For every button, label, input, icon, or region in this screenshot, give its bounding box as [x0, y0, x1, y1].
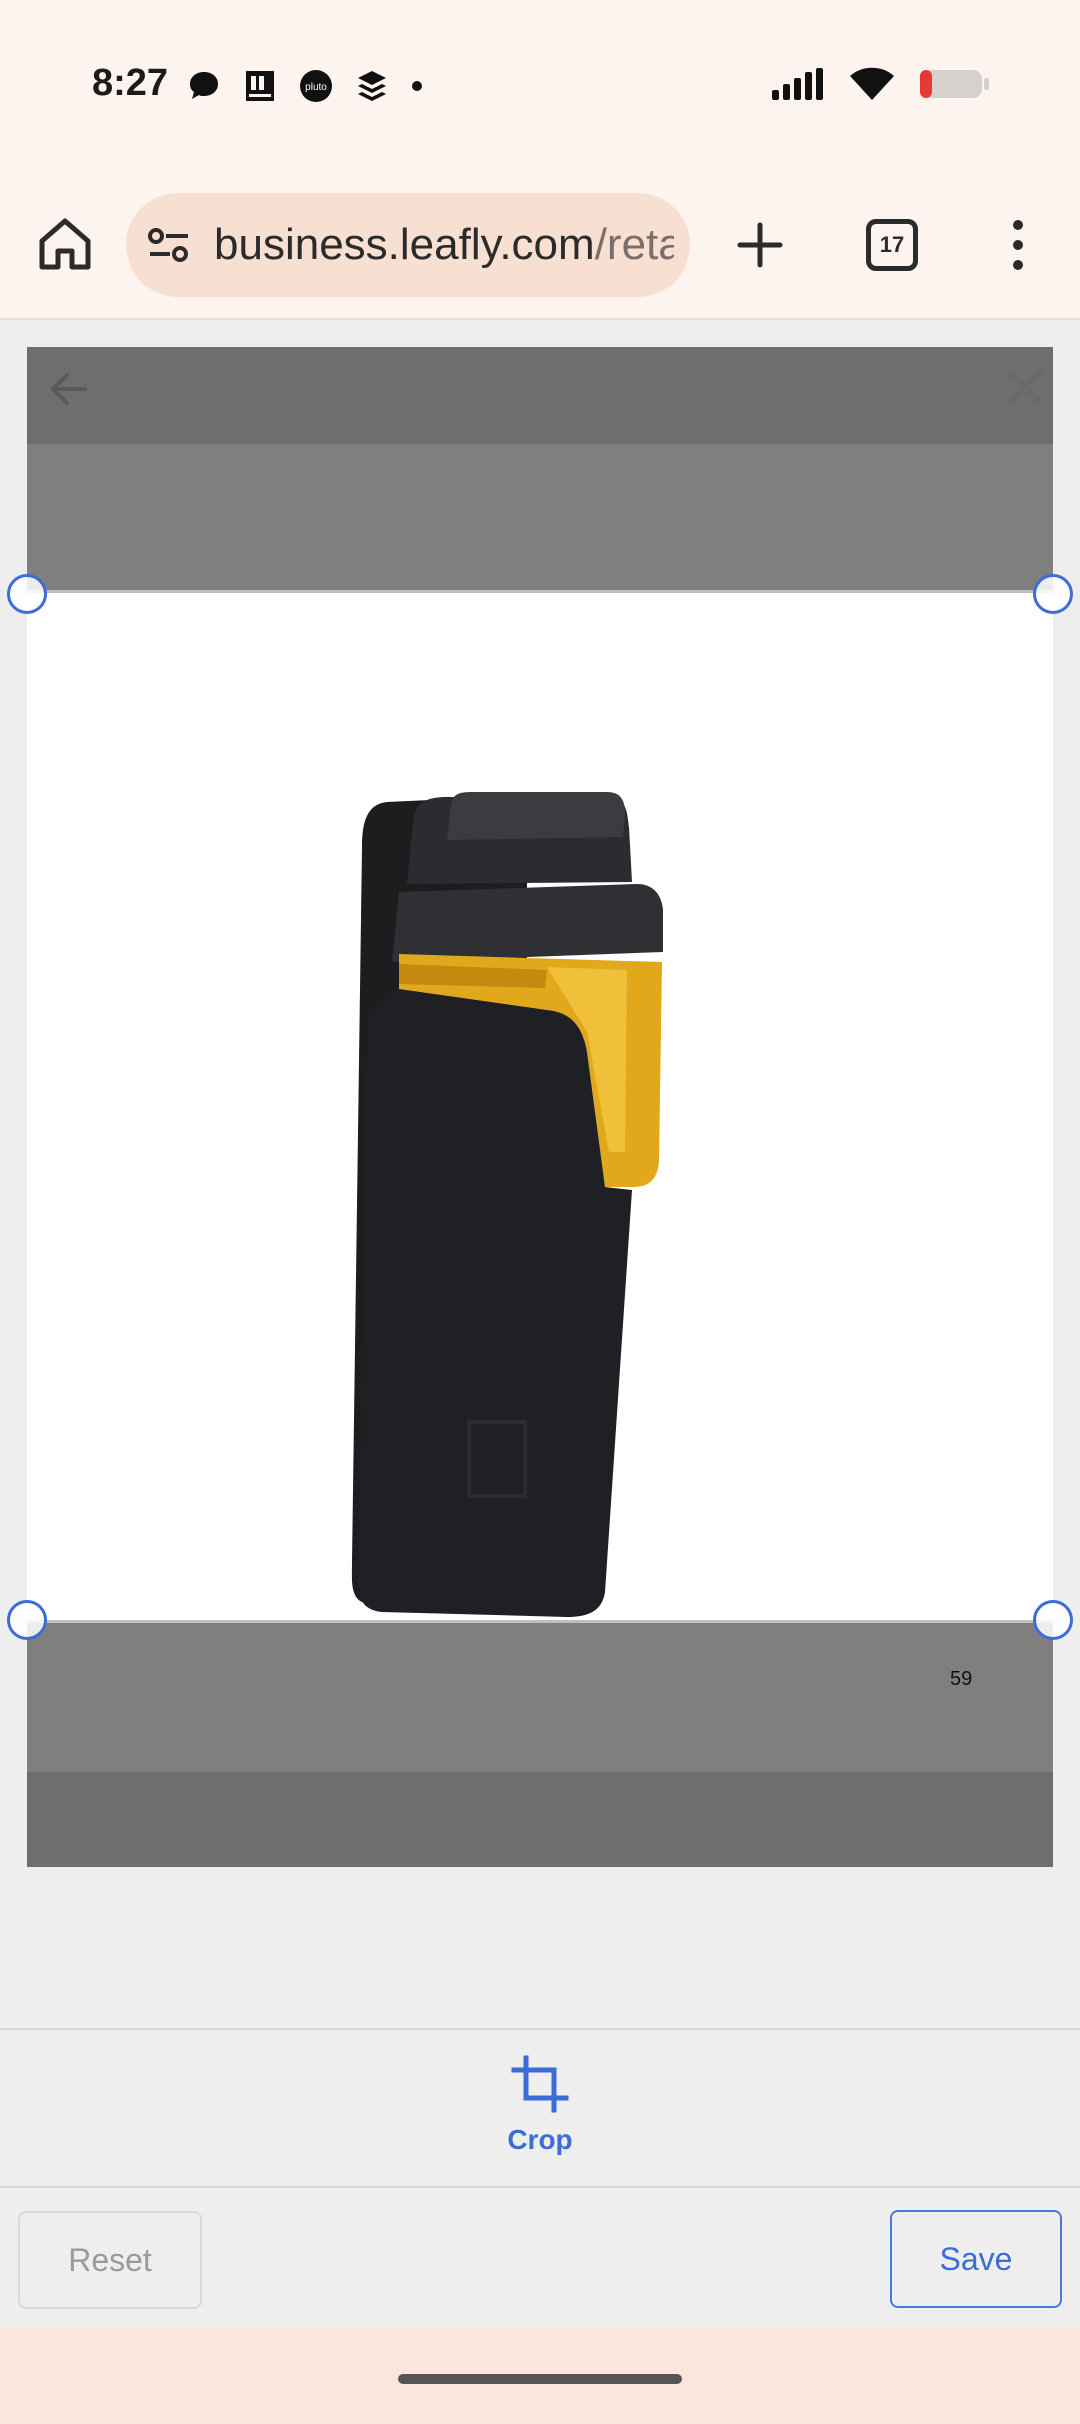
plus-icon	[737, 222, 783, 268]
wifi-icon	[848, 66, 896, 107]
crop-handle-top-left[interactable]	[7, 574, 47, 614]
editor-toolbar: Crop	[0, 2028, 1080, 2188]
more-menu-button[interactable]	[1000, 215, 1036, 275]
notification-icons: pluto	[186, 68, 424, 104]
home-button[interactable]	[36, 215, 94, 273]
crop-icon	[511, 2055, 569, 2113]
image-preview	[27, 347, 1053, 1867]
url-path: /reta	[594, 220, 674, 269]
gesture-nav-area	[0, 2328, 1080, 2424]
address-bar[interactable]: business.leafly.com/reta	[126, 193, 690, 297]
status-bar: 8:27 pluto	[0, 0, 1080, 175]
url-text: business.leafly.com/reta	[214, 220, 674, 270]
stack-icon	[354, 68, 390, 104]
save-button[interactable]: Save	[890, 2210, 1062, 2308]
battery-icon	[918, 66, 990, 107]
system-icons	[770, 66, 990, 107]
arrow-left-icon	[51, 373, 87, 405]
pluto-tv-icon: pluto	[298, 68, 334, 104]
crop-handle-bottom-left[interactable]	[7, 1600, 47, 1640]
image-label-text: 59	[950, 1668, 973, 1690]
back-arrow-button[interactable]	[45, 365, 93, 413]
calendar-icon	[242, 68, 278, 104]
close-button[interactable]	[1003, 365, 1047, 409]
new-tab-button[interactable]	[734, 219, 786, 271]
reset-button[interactable]: Reset	[18, 2211, 202, 2309]
close-icon	[1007, 369, 1043, 405]
crop-tool-label: Crop	[507, 2124, 573, 2155]
svg-text:pluto: pluto	[305, 82, 327, 93]
browser-toolbar: business.leafly.com/reta 17	[0, 175, 1080, 320]
crop-edge-top	[27, 590, 1053, 593]
product-image	[351, 792, 663, 1617]
dot-icon	[410, 79, 424, 93]
home-icon	[39, 218, 91, 270]
dim-overlay-top	[27, 347, 1053, 444]
url-domain: business.leafly.com	[214, 220, 595, 269]
crop-region[interactable]	[27, 592, 1053, 1620]
crop-tool-button[interactable]: Crop	[490, 2054, 590, 2174]
threads-icon	[186, 68, 222, 104]
crop-handle-top-right[interactable]	[1033, 574, 1073, 614]
tab-switcher-button[interactable]: 17	[866, 219, 918, 271]
gesture-handle[interactable]	[398, 2374, 682, 2384]
signal-icon	[770, 66, 826, 107]
more-vert-icon	[1013, 220, 1023, 270]
dim-overlay-bottom	[27, 1772, 1053, 1867]
status-time: 8:27	[92, 62, 169, 104]
crop-handle-bottom-right[interactable]	[1033, 1600, 1073, 1640]
site-settings-icon[interactable]	[146, 222, 192, 268]
crop-edge-bottom	[27, 1620, 1053, 1623]
action-bar: Reset Save	[0, 2188, 1080, 2328]
